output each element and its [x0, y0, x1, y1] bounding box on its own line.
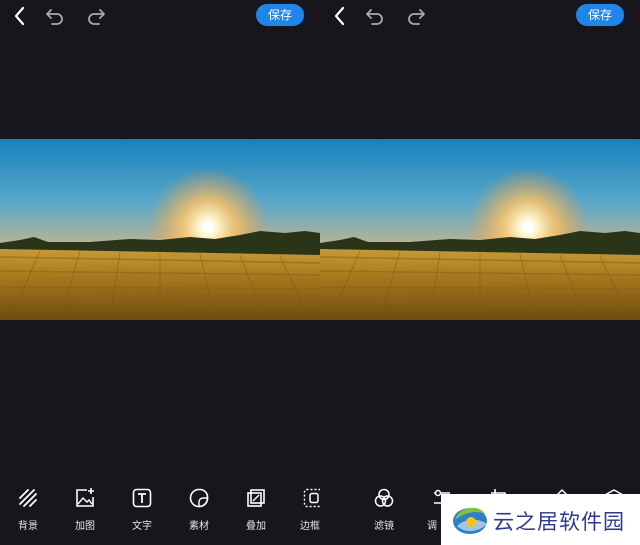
undo-icon[interactable] [43, 4, 67, 28]
redo-icon[interactable] [404, 4, 428, 28]
watermark-logo-icon [453, 507, 487, 534]
text-icon [132, 488, 152, 508]
tool-sticker[interactable]: 素材 [171, 484, 227, 545]
tool-filter[interactable]: 滤镜 [356, 484, 412, 545]
save-button[interactable]: 保存 [576, 4, 624, 26]
undo-icon[interactable] [363, 4, 387, 28]
overlay-icon [247, 489, 265, 507]
editor-panel-right: 保存 滤镜 调 [320, 0, 640, 545]
tool-label: 素材 [189, 521, 209, 532]
tool-text[interactable]: 文字 [114, 484, 170, 545]
redo-icon[interactable] [84, 4, 108, 28]
border-icon [303, 488, 320, 508]
save-button[interactable]: 保存 [256, 4, 304, 26]
tool-label: 加图 [75, 521, 95, 532]
background-icon [19, 489, 37, 507]
watermark: 云之居软件园 [441, 494, 640, 545]
sticker-icon [189, 488, 209, 508]
tool-label: 叠加 [246, 521, 266, 532]
back-icon[interactable] [8, 4, 32, 28]
tool-border[interactable]: 边框边框 [285, 484, 320, 545]
filter-icon [374, 488, 394, 507]
add-image-icon [76, 488, 94, 507]
tool-label: 边框边框 [300, 521, 320, 532]
tool-overlay[interactable]: 叠加 [228, 484, 284, 545]
top-bar: 保存 [0, 0, 320, 32]
tool-label: 文字 [132, 521, 152, 532]
editor-panel-left: 保存 背景 加图 文字 素材 叠加 边框边框 [0, 0, 320, 545]
bottom-toolbar: 背景 加图 文字 素材 叠加 边框边框 [0, 484, 320, 545]
tool-background[interactable]: 背景 [0, 484, 56, 545]
photo-canvas[interactable] [0, 139, 320, 320]
top-bar: 保存 [320, 0, 640, 32]
tool-label: 背景 [18, 521, 38, 532]
tool-add-image[interactable]: 加图 [57, 484, 113, 545]
watermark-text: 云之居软件园 [493, 510, 625, 534]
back-icon[interactable] [328, 4, 352, 28]
photo-canvas[interactable] [320, 139, 640, 320]
